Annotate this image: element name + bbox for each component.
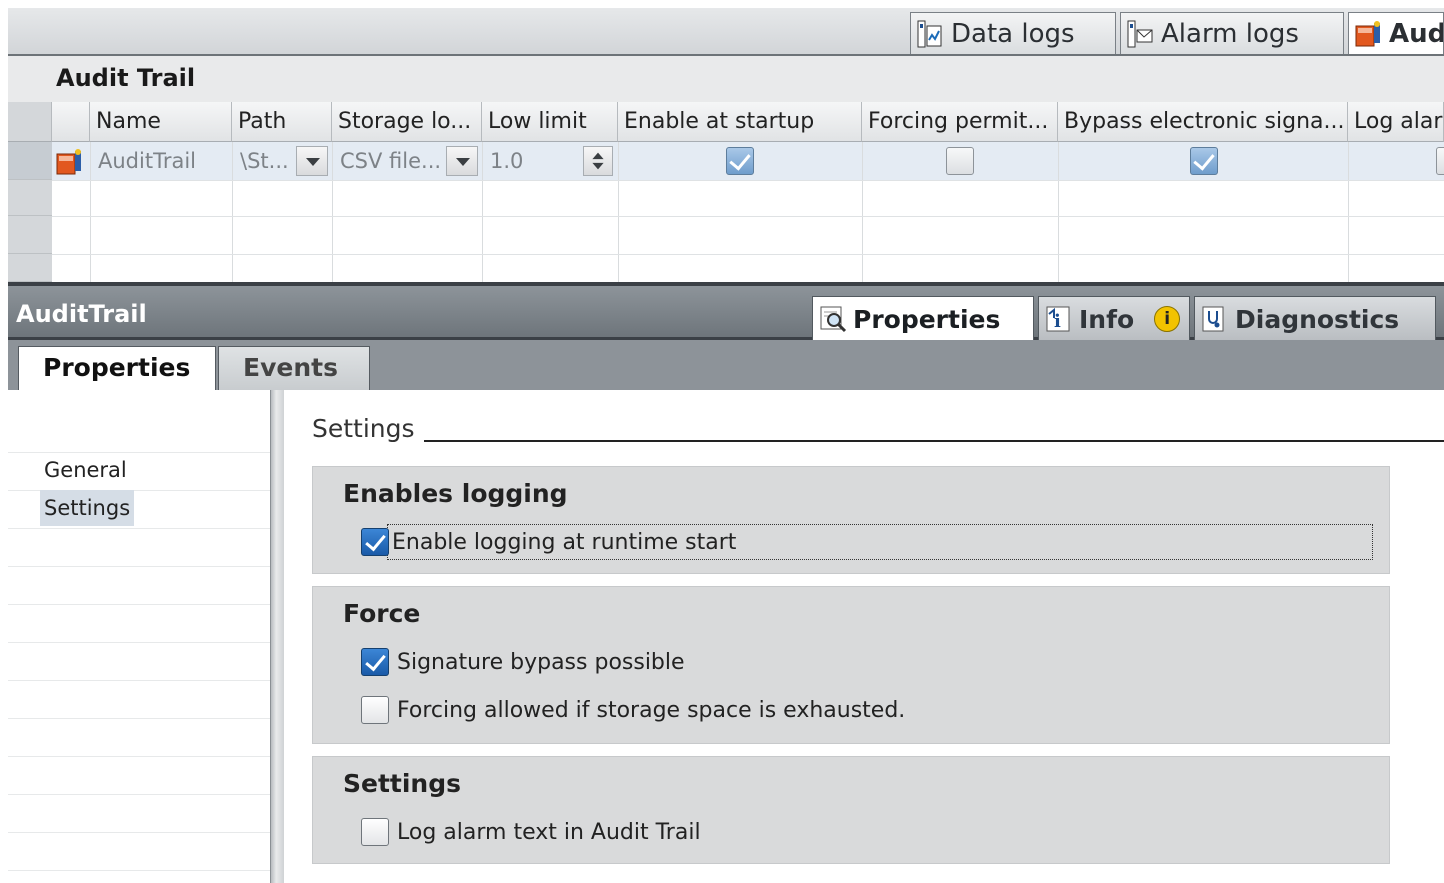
log-alarm-checkbox[interactable] xyxy=(1436,147,1444,175)
spinner-arrows-icon xyxy=(592,152,604,170)
option-label: Signature bypass possible xyxy=(397,649,685,675)
data-log-icon xyxy=(917,20,942,47)
cell-storage[interactable]: CSV file... xyxy=(332,142,444,180)
info-badge-icon: i xyxy=(1154,306,1181,332)
option-label: Forcing allowed if storage space is exha… xyxy=(397,697,906,723)
group-title: Enables logging xyxy=(343,479,568,508)
cell-path[interactable]: \St... xyxy=(232,142,296,180)
option-signature-bypass[interactable]: Signature bypass possible xyxy=(361,645,685,679)
forcing-permitted-checkbox[interactable] xyxy=(946,147,974,175)
row-header[interactable] xyxy=(8,216,52,254)
row-header[interactable] xyxy=(8,180,52,216)
column-header-log-alarm[interactable]: Log alar xyxy=(1348,102,1444,142)
editor-title-bar: Audit Trail xyxy=(8,56,1444,102)
pane-splitter[interactable] xyxy=(270,390,284,883)
group-force: Force Signature bypass possible Forcing … xyxy=(312,586,1390,744)
column-header-forcing-permitted[interactable]: Forcing permit... xyxy=(862,102,1058,142)
audit-trail-icon xyxy=(1355,20,1380,46)
option-log-alarm-text[interactable]: Log alarm text in Audit Trail xyxy=(361,815,701,849)
group-title: Settings xyxy=(343,769,462,798)
tab-info-label: Info xyxy=(1079,304,1135,334)
tab-alarm-logs[interactable]: Alarm logs xyxy=(1120,12,1344,54)
row-header[interactable] xyxy=(8,142,52,180)
subtab-events[interactable]: Events xyxy=(218,346,370,390)
tab-info[interactable]: i Info i xyxy=(1038,296,1190,341)
settings-content: Settings Enables logging Enable logging … xyxy=(284,390,1444,883)
tab-data-logs-label: Data logs xyxy=(951,18,1075,49)
column-header-name[interactable]: Name xyxy=(90,102,232,142)
column-header-path[interactable]: Path xyxy=(232,102,332,142)
bypass-signature-checkbox[interactable] xyxy=(1190,147,1218,175)
option-enable-logging-at-runtime-start[interactable]: Enable logging at runtime start xyxy=(361,524,1373,560)
diagnostics-icon xyxy=(1202,306,1224,332)
column-header-bypass-signature[interactable]: Bypass electronic signa... xyxy=(1058,102,1348,142)
nav-item-settings[interactable]: Settings xyxy=(40,490,135,526)
log-alarm-text-checkbox[interactable] xyxy=(361,818,389,846)
section-divider xyxy=(424,440,1444,442)
log-type-tabbar: Data logs Alarm logs Aud xyxy=(8,8,1444,56)
column-header-storage[interactable]: Storage lo... xyxy=(332,102,482,142)
subtab-properties[interactable]: Properties xyxy=(18,346,216,390)
row-header[interactable] xyxy=(8,254,52,282)
alarm-log-icon xyxy=(1127,20,1153,47)
column-header-low-limit[interactable]: Low limit xyxy=(482,102,618,142)
option-label: Log alarm text in Audit Trail xyxy=(397,819,701,845)
magnifier-icon xyxy=(820,306,847,333)
tab-diagnostics-label: Diagnostics xyxy=(1235,304,1400,334)
option-forcing-allowed[interactable]: Forcing allowed if storage space is exha… xyxy=(361,693,905,727)
tab-alarm-logs-label: Alarm logs xyxy=(1161,18,1299,49)
group-enables-logging: Enables logging Enable logging at runtim… xyxy=(312,466,1390,574)
tab-audit-trail[interactable]: Aud xyxy=(1348,12,1444,54)
enable-logging-checkbox[interactable] xyxy=(361,528,389,556)
properties-subtab-bar: Properties Events xyxy=(8,340,1444,390)
inspector-title: AuditTrail xyxy=(16,300,147,328)
signature-bypass-checkbox[interactable] xyxy=(361,648,389,676)
path-dropdown-button[interactable] xyxy=(296,146,328,176)
audit-trail-table: Name Path Storage lo... Low limit Enable… xyxy=(8,102,1444,282)
enable-at-startup-checkbox[interactable] xyxy=(726,147,754,175)
option-label: Enable logging at runtime start xyxy=(387,524,1373,560)
tab-properties-label: Properties xyxy=(853,304,1001,334)
section-heading: Settings xyxy=(312,414,415,443)
info-icon: i xyxy=(1046,306,1070,332)
audit-trail-icon xyxy=(56,149,81,175)
tab-diagnostics[interactable]: Diagnostics xyxy=(1194,296,1436,341)
corner-header xyxy=(8,102,52,142)
column-header-enable-at-startup[interactable]: Enable at startup xyxy=(618,102,862,142)
tab-properties[interactable]: Properties xyxy=(812,296,1034,341)
tab-data-logs[interactable]: Data logs xyxy=(910,12,1116,54)
low-limit-spinner[interactable] xyxy=(583,146,613,176)
group-settings: Settings Log alarm text in Audit Trail xyxy=(312,756,1390,864)
tab-audit-trail-label: Aud xyxy=(1389,18,1444,49)
nav-item-general[interactable]: General xyxy=(40,452,131,488)
svg-text:i: i xyxy=(1054,311,1061,332)
cell-name[interactable]: AuditTrail xyxy=(90,142,232,180)
storage-dropdown-button[interactable] xyxy=(446,146,478,176)
editor-title: Audit Trail xyxy=(56,64,196,92)
cell-low-limit[interactable]: 1.0 xyxy=(482,142,582,180)
group-title: Force xyxy=(343,599,421,628)
property-navigation: General Settings xyxy=(8,390,270,883)
icon-column-header xyxy=(52,102,90,142)
forcing-allowed-checkbox[interactable] xyxy=(361,696,389,724)
inspector-window-bar: AuditTrail Properties i Info i Diagnosti… xyxy=(8,282,1444,341)
